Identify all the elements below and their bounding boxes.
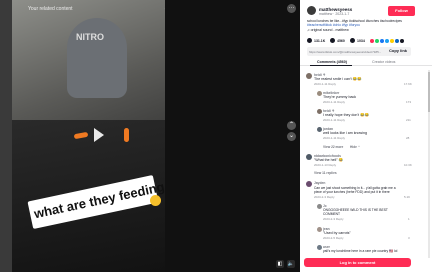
comment-meta[interactable]: 2023-1-13 Reply (314, 163, 336, 167)
comment-like-count[interactable]: 17.6K (404, 82, 412, 86)
like-icon[interactable] (307, 38, 312, 43)
comment-meta[interactable]: 2023-1-11 Reply (323, 100, 345, 104)
comment-meta[interactable]: 2023-1-11 Reply (323, 118, 345, 122)
commenter-avatar[interactable] (317, 227, 322, 232)
share-count: 1034 (357, 39, 365, 43)
carrot-stick (124, 128, 129, 142)
comment-text: "What the hell" 😂 (314, 158, 343, 162)
video-link: https://www.tiktok.com/@matthewsyeess/vi… (309, 50, 382, 54)
volume-icon[interactable]: 🔈 (287, 260, 295, 268)
share-icon[interactable] (350, 38, 355, 43)
tab-creator-videos[interactable]: Creator videos (372, 60, 395, 64)
linkedin-share-icon[interactable] (395, 39, 399, 43)
commenter-avatar[interactable] (306, 73, 312, 79)
login-to-comment-button[interactable]: Log in to comment (304, 258, 411, 267)
picture-in-picture-icon[interactable]: ◧ (276, 260, 284, 268)
next-video-icon[interactable]: ⌄ (287, 132, 296, 141)
comment-text: well looks like i am knowing (323, 131, 367, 135)
copy-link-button[interactable]: Copy link (389, 48, 407, 53)
author-avatar[interactable] (307, 6, 316, 15)
like-count: 131.1K (314, 39, 326, 43)
comment-text-continued: piece of your lunches (hehe FDD) and put… (314, 190, 390, 194)
author-subtitle: matthew · 2023-1-7 (319, 12, 350, 16)
comment-like-count[interactable]: 211 (406, 118, 411, 122)
video-hashtags[interactable]: #teachersoftiktok #ohio #fyp #foryou (307, 23, 360, 27)
comment-text: The realest smile i can't 😂😂 (314, 77, 362, 81)
hide-replies-link[interactable]: Hide ⌃ (350, 145, 360, 149)
comment-like-count[interactable]: 173 (406, 100, 411, 104)
grimace-emoji-icon (150, 195, 161, 206)
commenter-avatar[interactable] (306, 154, 312, 160)
snapchat-share-icon[interactable] (390, 39, 394, 43)
comment-text-continued: COMMENT (323, 212, 341, 216)
comment-meta[interactable]: 2023-2-3 Reply (314, 195, 335, 199)
play-icon[interactable] (94, 128, 104, 142)
comment-like-count[interactable]: 10.3K (404, 163, 412, 167)
comment-icon[interactable] (330, 38, 335, 43)
follow-button[interactable]: Follow (388, 6, 415, 16)
commenter-avatar[interactable] (317, 127, 322, 132)
commenter-avatar[interactable] (317, 204, 322, 209)
more-share-icon[interactable] (400, 39, 404, 43)
comments-scrollbar-thumb[interactable] (428, 72, 430, 112)
comment-text: They're yummy back (323, 95, 357, 99)
comment-meta[interactable]: 2023-2-5 Reply (323, 236, 344, 240)
comment-meta[interactable]: 2023-1-11 Reply (323, 136, 345, 140)
embed-share-icon[interactable] (370, 39, 374, 43)
comment-count: 4560 (337, 39, 345, 43)
comment-like-count[interactable]: 3 (408, 236, 410, 240)
commenter-avatar[interactable] (306, 181, 312, 187)
related-content-label[interactable]: Your related content (28, 6, 73, 12)
view-more-replies-link[interactable]: View 22 more (323, 145, 343, 149)
whatsapp-share-icon[interactable] (375, 39, 379, 43)
shirt-text: NITRO (76, 32, 104, 42)
video-player[interactable]: NITRO what are they feeding us Your rela… (0, 0, 300, 272)
commenter-name[interactable]: Jayden (314, 181, 325, 185)
comment-like-count[interactable]: 5.1K (404, 195, 410, 199)
comment-text: I really hope they don't 😂😂 (323, 113, 369, 117)
commenter-avatar[interactable] (317, 109, 322, 114)
facebook-share-icon[interactable] (380, 39, 384, 43)
comment-meta[interactable]: 2023-1-11 Reply (314, 82, 336, 86)
comment-like-count[interactable]: 28 (406, 136, 409, 140)
comment-like-count[interactable]: 1 (408, 217, 410, 221)
details-panel: matthewsyeess matthew · 2023-1-7 Follow … (300, 0, 432, 272)
commenter-avatar[interactable] (317, 245, 322, 250)
student-figure (67, 18, 127, 98)
commenter-avatar[interactable] (317, 91, 322, 96)
player-backdrop-right (165, 0, 300, 272)
tab-comments[interactable]: Comments (4560) (317, 60, 347, 64)
player-backdrop-left (0, 0, 12, 272)
comment-meta[interactable]: 2023-2-3 Reply (323, 217, 344, 221)
twitter-share-icon[interactable] (385, 39, 389, 43)
view-replies-link[interactable]: View 11 replies (314, 171, 337, 175)
comment-text: "Used by carrots" (323, 231, 351, 235)
video-frame[interactable]: NITRO what are they feeding us Your rela… (12, 0, 184, 272)
music-label[interactable]: ♫ original sound - matthew (307, 28, 349, 32)
comment-text: yall's my lunchtime here in a rare pie c… (323, 249, 398, 253)
player-menu-icon[interactable]: ··· (287, 4, 296, 13)
previous-video-icon[interactable]: ⌃ (287, 121, 296, 130)
